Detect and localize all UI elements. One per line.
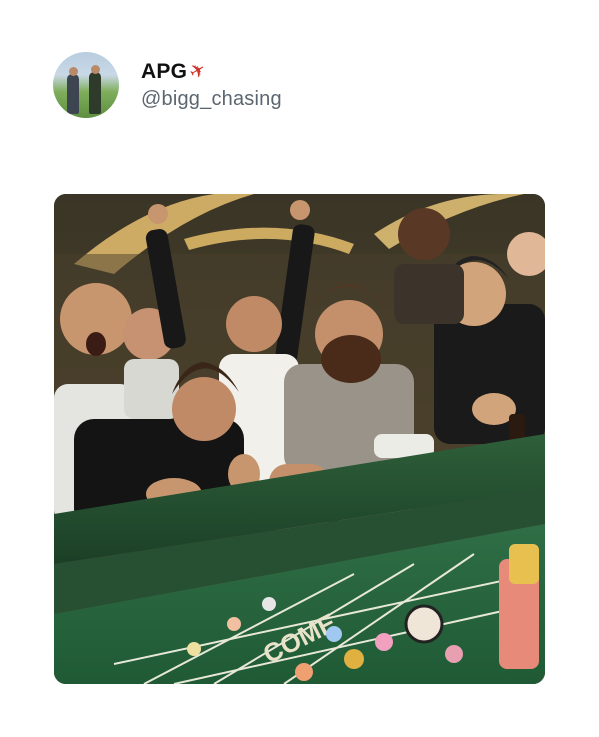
casino-craps-scene: COME <box>54 194 545 684</box>
tweet-photo[interactable]: COME <box>54 194 545 684</box>
airplane-icon: ✈ <box>185 58 211 85</box>
avatar[interactable] <box>53 52 119 118</box>
display-name[interactable]: APG <box>141 60 187 84</box>
display-name-row[interactable]: APG ✈ <box>141 58 282 85</box>
tweet-header: APG ✈ @bigg_chasing <box>53 52 282 118</box>
user-handle[interactable]: @bigg_chasing <box>141 88 282 111</box>
user-names: APG ✈ @bigg_chasing <box>141 58 282 111</box>
